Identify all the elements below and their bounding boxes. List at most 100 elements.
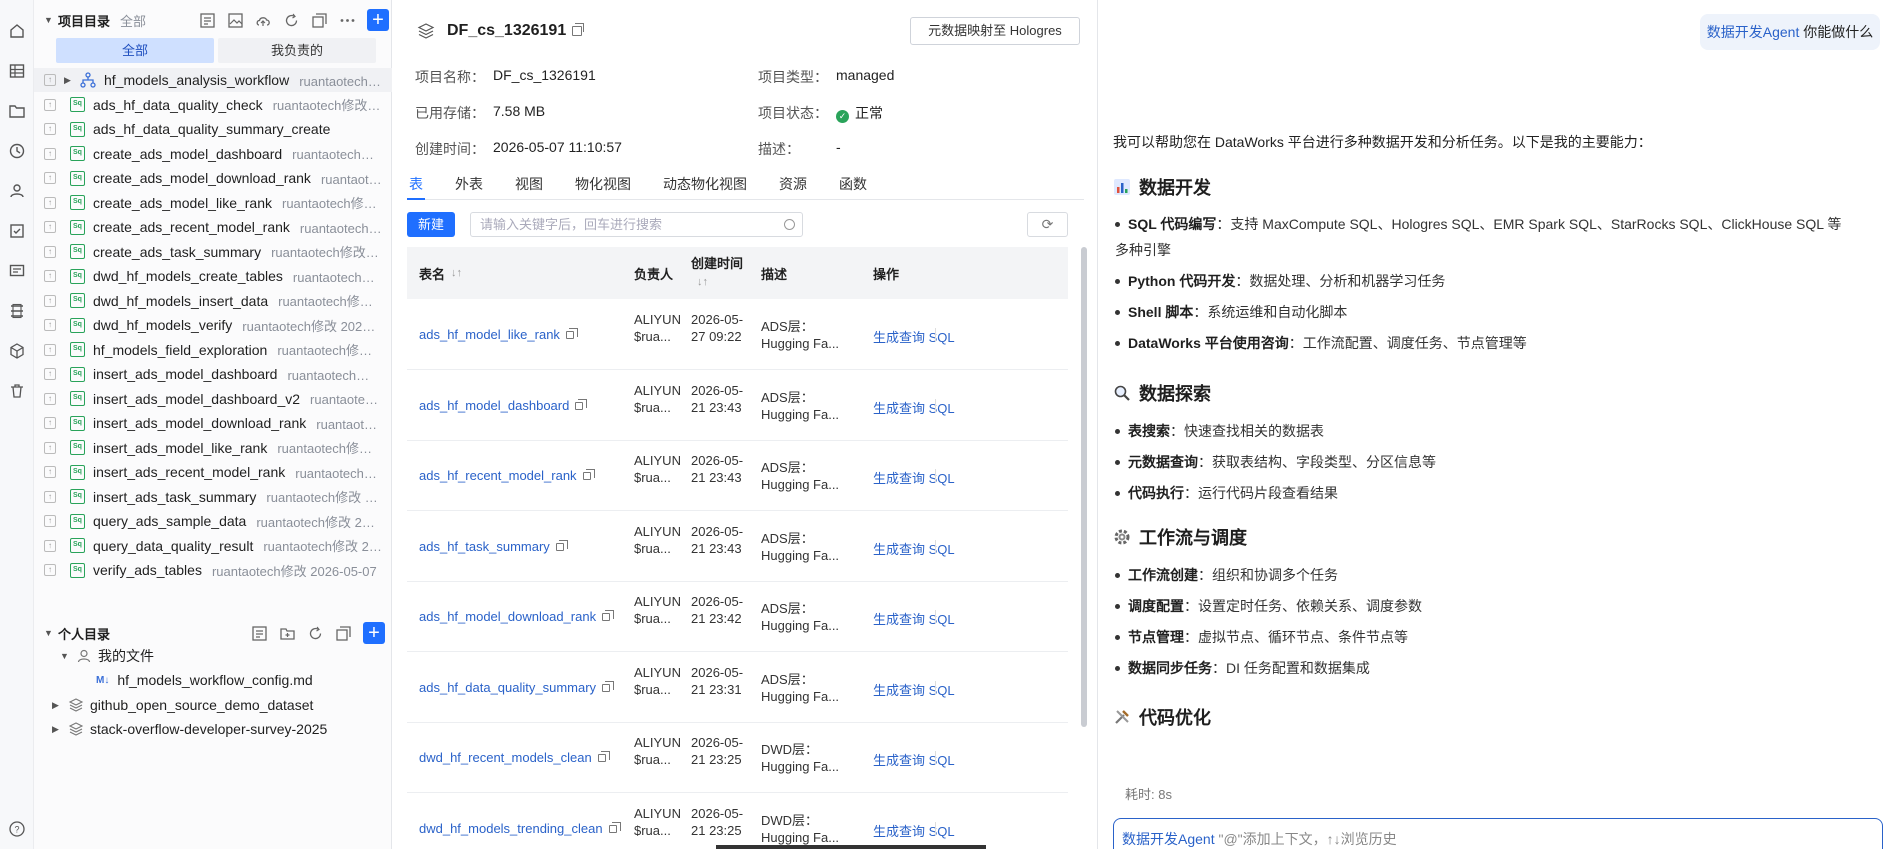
drag-handle-icon[interactable]: ↑: [44, 466, 56, 478]
sql-node-item[interactable]: ↑ Sq dwd_hf_models_insert_data ruantaotech修…: [34, 289, 392, 313]
drag-handle-icon[interactable]: ↑: [44, 319, 56, 331]
table-name-link[interactable]: ads_hf_model_download_rank: [419, 609, 615, 624]
checklist-icon[interactable]: [8, 222, 26, 240]
sql-node-item[interactable]: ↑ Sq create_ads_model_dashboard ruantaotech…: [34, 142, 392, 166]
col-table-name[interactable]: 表名 ↓↑: [419, 247, 462, 299]
sql-node-item[interactable]: ↑ Sq ads_hf_data_quality_summary_create: [34, 117, 392, 141]
cube-icon[interactable]: [8, 342, 26, 360]
new-folder-icon[interactable]: [279, 625, 296, 642]
table-row[interactable]: ads_hf_recent_model_rank ALIYUN$rua... 202…: [407, 441, 1068, 511]
table-name-link[interactable]: ads_hf_data_quality_summary: [419, 680, 615, 695]
table-name-link[interactable]: ads_hf_task_summary: [419, 539, 568, 554]
sql-node-item[interactable]: ↑ Sq insert_ads_model_download_rank ruantao…: [34, 411, 392, 435]
add-node-button[interactable]: +: [367, 9, 389, 31]
table-icon[interactable]: [8, 62, 26, 80]
drag-handle-icon[interactable]: ↑: [44, 441, 56, 454]
table-row[interactable]: ads_hf_data_quality_summary ALIYUN$rua...…: [407, 653, 1068, 723]
drag-handle-icon[interactable]: ↑: [44, 221, 56, 233]
drag-handle-icon[interactable]: ↑: [44, 123, 56, 135]
config-file-item[interactable]: M↓ hf_models_workflow_config.md: [34, 668, 392, 692]
copy-icon[interactable]: [608, 821, 621, 833]
drag-handle-icon[interactable]: ↑: [44, 172, 56, 184]
project-tree-scope[interactable]: 全部: [120, 11, 146, 30]
sql-node-item[interactable]: ↑ Sq query_ads_sample_data ruantaotech修改 20…: [34, 509, 392, 533]
drag-handle-icon[interactable]: ↑: [44, 564, 56, 576]
sql-node-item[interactable]: ↑ Sq create_ads_recent_model_rank ruantaote…: [34, 215, 392, 239]
clock-icon[interactable]: [8, 142, 26, 160]
table-name-link[interactable]: ads_hf_recent_model_rank: [419, 468, 595, 483]
copy-icon[interactable]: [602, 610, 615, 621]
chat-input[interactable]: 数据开发Agent "@"添加上下文，↑↓浏览历史: [1113, 818, 1883, 849]
generate-sql-link[interactable]: 生成查询 SQL: [873, 398, 955, 417]
expand-caret-icon[interactable]: ▶: [52, 724, 62, 734]
generate-sql-link[interactable]: 生成查询 SQL: [873, 609, 955, 628]
horizontal-scrollbar[interactable]: [716, 845, 986, 849]
expand-caret-icon[interactable]: ▶: [52, 700, 62, 710]
image-icon[interactable]: [227, 12, 244, 29]
copy-icon[interactable]: [597, 751, 610, 762]
drag-handle-icon[interactable]: ↑: [44, 147, 56, 160]
drag-handle-icon[interactable]: ↑: [44, 294, 56, 307]
new-table-button[interactable]: 新建: [407, 212, 455, 237]
sql-node-item[interactable]: ↑ Sq insert_ads_model_like_rank ruantaotech…: [34, 436, 392, 460]
sort-icon[interactable]: ↓↑: [451, 267, 462, 279]
tab-item[interactable]: 视图: [513, 174, 545, 200]
drag-handle-icon[interactable]: ↑: [44, 392, 56, 405]
my-files-folder[interactable]: ▼ 我的文件: [34, 644, 392, 668]
table-search-input[interactable]: 请输入关键字后，回车进行搜索: [470, 212, 803, 237]
add-personal-button[interactable]: +: [363, 622, 385, 644]
filter-mine-tab[interactable]: 我负责的: [218, 38, 376, 63]
copy-icon[interactable]: [572, 23, 585, 36]
drag-handle-icon[interactable]: ↑: [44, 417, 56, 429]
collapse-caret-icon[interactable]: ▼: [44, 15, 54, 25]
drag-handle-icon[interactable]: ↑: [44, 196, 56, 209]
workflow-item[interactable]: ↑ ▶ hf_models_analysis_workflow ruantaotech…: [34, 68, 392, 92]
table-name-link[interactable]: dwd_hf_recent_models_clean: [419, 750, 610, 765]
table-scrollbar[interactable]: [1081, 247, 1087, 727]
drag-handle-icon[interactable]: ↑: [44, 98, 56, 111]
generate-sql-link[interactable]: 生成查询 SQL: [873, 680, 955, 699]
tab-item[interactable]: 物化视图: [573, 174, 633, 200]
tab-item[interactable]: 函数: [837, 174, 869, 200]
table-row[interactable]: dwd_hf_models_trending_clean ALIYUN$rua..…: [407, 794, 1068, 849]
tab-item[interactable]: 表: [407, 174, 425, 200]
copy-icon[interactable]: [555, 539, 568, 551]
collapse-all-icon[interactable]: [311, 12, 328, 29]
trash-icon[interactable]: [8, 382, 26, 400]
drag-handle-icon[interactable]: ↑: [44, 245, 56, 258]
sql-node-item[interactable]: ↑ Sq create_ads_task_summary ruantaotech修改 …: [34, 240, 392, 264]
copy-icon[interactable]: [602, 680, 615, 692]
refresh-icon[interactable]: [283, 12, 300, 29]
sql-node-item[interactable]: ↑ Sq dwd_hf_models_verify ruantaotech修改 202…: [34, 313, 392, 337]
sql-node-item[interactable]: ↑ Sq verify_ads_tables ruantaotech修改 2026-0…: [34, 558, 392, 582]
dataset-item[interactable]: ▶ github_open_source_demo_dataset: [34, 693, 392, 717]
layers-icon[interactable]: [8, 302, 26, 320]
table-row[interactable]: ads_hf_task_summary ALIYUN$rua... 2026-05-…: [407, 512, 1068, 582]
help-icon[interactable]: ?: [8, 820, 26, 838]
table-name-link[interactable]: ads_hf_model_like_rank: [419, 327, 578, 342]
home-icon[interactable]: [8, 22, 26, 40]
tab-item[interactable]: 动态物化视图: [661, 174, 749, 200]
sql-node-item[interactable]: ↑ Sq query_data_quality_result ruantaotech修…: [34, 534, 392, 558]
drag-handle-icon[interactable]: ↑: [44, 74, 56, 86]
generate-sql-link[interactable]: 生成查询 SQL: [873, 750, 955, 769]
expand-caret-icon[interactable]: ▶: [64, 75, 74, 85]
sql-node-item[interactable]: ↑ Sq insert_ads_model_dashboard_v2 ruantaot…: [34, 387, 392, 411]
more-icon[interactable]: [339, 12, 356, 29]
sql-node-item[interactable]: ↑ Sq create_ads_model_download_rank ruantao…: [34, 166, 392, 190]
drag-handle-icon[interactable]: ↑: [44, 539, 56, 552]
cloud-upload-icon[interactable]: [255, 12, 272, 29]
table-row[interactable]: ads_hf_model_like_rank ALIYUN$rua... 2026-…: [407, 300, 1068, 370]
filter-list-icon[interactable]: [199, 12, 216, 29]
folder-icon[interactable]: [8, 102, 26, 120]
sql-node-item[interactable]: ↑ Sq hf_models_field_exploration ruantaotec…: [34, 338, 392, 362]
table-row[interactable]: dwd_hf_recent_models_clean ALIYUN$rua... 2…: [407, 723, 1068, 793]
message-icon[interactable]: [8, 262, 26, 280]
sql-node-item[interactable]: ↑ Sq insert_ads_recent_model_rank ruantaote…: [34, 460, 392, 484]
generate-sql-link[interactable]: 生成查询 SQL: [873, 539, 955, 558]
sql-node-item[interactable]: ↑ Sq insert_ads_model_dashboard ruantaotech…: [34, 362, 392, 386]
drag-handle-icon[interactable]: ↑: [44, 490, 56, 503]
sql-node-item[interactable]: ↑ Sq ads_hf_data_quality_check ruantaotech修…: [34, 93, 392, 117]
table-name-link[interactable]: ads_hf_model_dashboard: [419, 398, 588, 413]
drag-handle-icon[interactable]: ↑: [44, 270, 56, 282]
